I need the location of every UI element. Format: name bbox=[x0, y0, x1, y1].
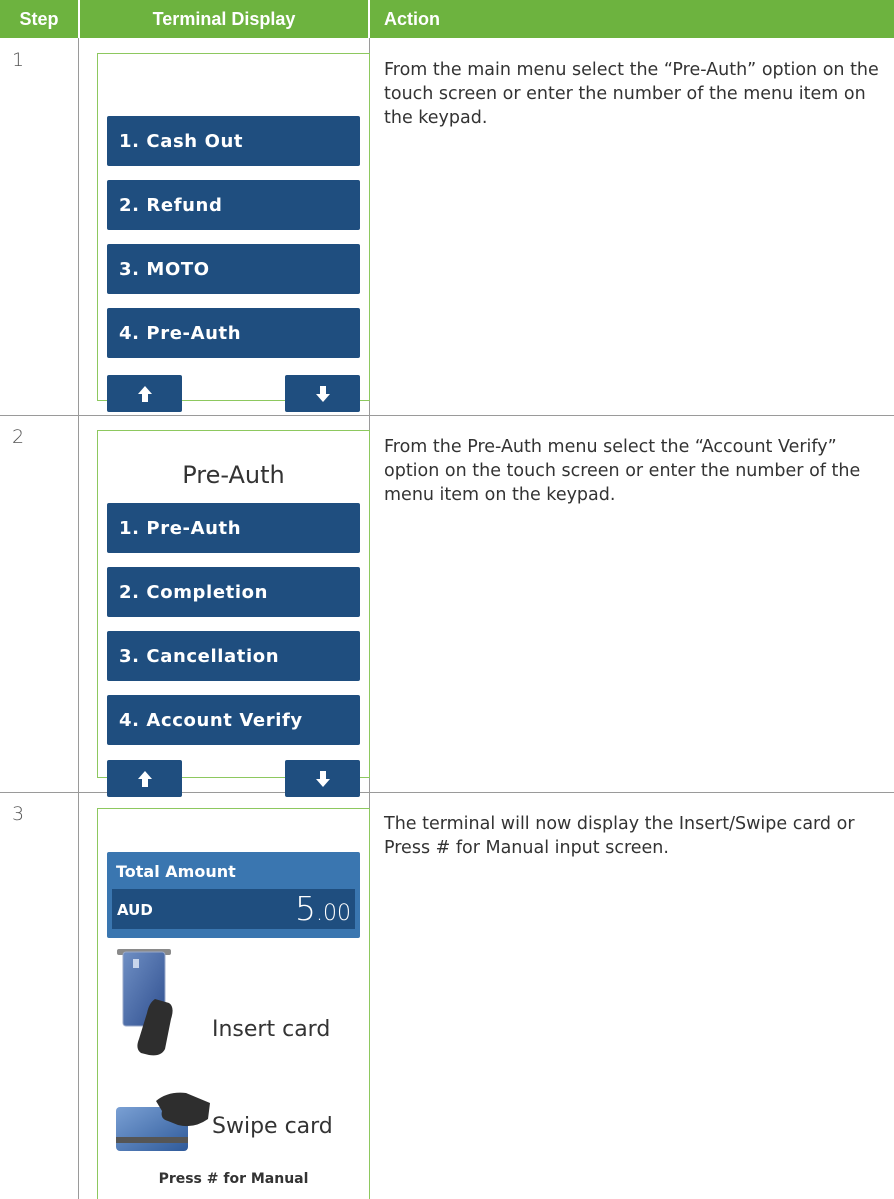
total-amount-panel: Total Amount AUD 5.00 bbox=[107, 852, 360, 938]
step-number: 3 bbox=[12, 803, 25, 825]
menu-item-cash-out[interactable]: 1. Cash Out bbox=[107, 116, 360, 166]
card-swipe-icon bbox=[116, 1092, 210, 1151]
header-step: Step bbox=[0, 0, 78, 38]
amount-fraction: .00 bbox=[316, 901, 351, 926]
action-text: From the main menu select the “Pre-Auth”… bbox=[384, 60, 879, 128]
scroll-up-button[interactable] bbox=[107, 375, 182, 412]
menu-item-cancellation[interactable]: 3. Cancellation bbox=[107, 631, 360, 681]
terminal-screen-main-menu: 1. Cash Out 2. Refund 3. MOTO 4. Pre-Aut… bbox=[97, 53, 370, 412]
action-text: From the Pre-Auth menu select the “Accou… bbox=[384, 437, 861, 505]
insert-card-label: Insert card bbox=[212, 1017, 331, 1042]
card-insert-icon bbox=[117, 949, 173, 1056]
swipe-card-label: Swipe card bbox=[212, 1114, 333, 1139]
menu-item-moto[interactable]: 3. MOTO bbox=[107, 244, 360, 294]
action-text: The terminal will now display the Insert… bbox=[384, 814, 855, 858]
header-action: Action bbox=[370, 0, 894, 38]
amount-display: AUD 5.00 bbox=[112, 889, 355, 929]
scroll-up-button[interactable] bbox=[107, 760, 182, 797]
amount-whole: 5 bbox=[295, 889, 316, 928]
amount-value: 5.00 bbox=[295, 889, 351, 928]
column-divider bbox=[78, 38, 79, 1199]
step-number: 2 bbox=[12, 426, 25, 448]
menu-item-account-verify[interactable]: 4. Account Verify bbox=[107, 695, 360, 745]
arrow-down-icon bbox=[315, 385, 330, 402]
terminal-screen-pre-auth-menu: Pre-Auth 1. Pre-Auth 2. Completion 3. Ca… bbox=[97, 430, 370, 797]
currency-label: AUD bbox=[117, 901, 153, 919]
total-amount-label: Total Amount bbox=[116, 862, 236, 881]
header-terminal-display: Terminal Display bbox=[80, 0, 368, 38]
screen-title: Pre-Auth bbox=[182, 461, 285, 489]
menu-item-refund[interactable]: 2. Refund bbox=[107, 180, 360, 230]
scroll-down-button[interactable] bbox=[285, 375, 360, 412]
menu-item-pre-auth[interactable]: 1. Pre-Auth bbox=[107, 503, 360, 553]
menu-item-pre-auth[interactable]: 4. Pre-Auth bbox=[107, 308, 360, 358]
step-number: 1 bbox=[12, 49, 25, 71]
row-divider bbox=[0, 415, 894, 416]
arrow-up-icon bbox=[137, 770, 152, 787]
press-manual-label: Press # for Manual bbox=[158, 1171, 309, 1187]
terminal-screen-insert-swipe: Total Amount AUD 5.00 Insert card Swipe … bbox=[97, 808, 370, 1199]
menu-item-completion[interactable]: 2. Completion bbox=[107, 567, 360, 617]
arrow-up-icon bbox=[137, 385, 152, 402]
arrow-down-icon bbox=[315, 770, 330, 787]
scroll-down-button[interactable] bbox=[285, 760, 360, 797]
